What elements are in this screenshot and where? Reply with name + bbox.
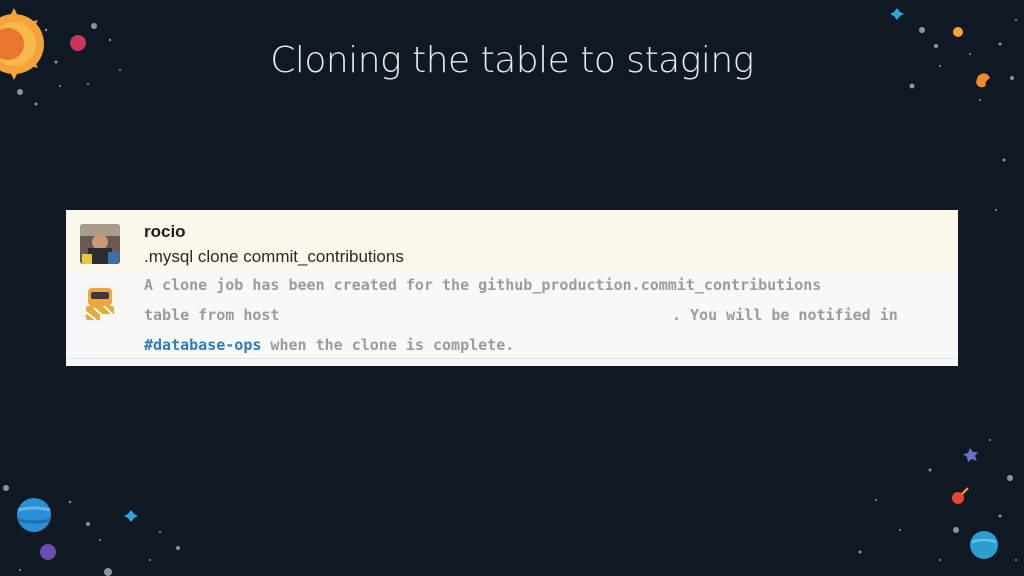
sparkle-bottom-left-icon [124, 510, 138, 522]
bot-message-line-3-rest: when the clone is complete. [261, 336, 515, 354]
slide-title: Cloning the table to staging [270, 40, 754, 81]
user-avatar-photo-icon [80, 224, 120, 264]
sparkle-icon [890, 8, 904, 20]
username[interactable]: rocio [144, 222, 186, 242]
bot-message-line-1: A clone job has been created for the git… [144, 276, 822, 294]
bot-message-line-2: table from host [144, 306, 280, 324]
star-dots-bottom-left [3, 485, 180, 576]
planet-purple-icon [40, 544, 56, 560]
bot-message-line-3: #database-ops when the clone is complete… [144, 336, 514, 354]
user-avatar[interactable] [80, 224, 120, 264]
planet-blue-icon [17, 498, 51, 532]
bot-message-line-2-tail: . You will be notified in [672, 306, 898, 324]
chat-screenshot: rocio .mysql clone commit_contributions … [66, 210, 958, 366]
user-message-text: .mysql clone commit_contributions [144, 247, 404, 266]
rocket-comet-icon [952, 487, 969, 504]
channel-link[interactable]: #database-ops [144, 336, 261, 354]
user-message: rocio .mysql clone commit_contributions [66, 210, 958, 272]
planet-teal-icon [970, 531, 998, 559]
message-divider [66, 358, 958, 359]
star-dots-bottom-right [858, 439, 1017, 561]
gear-star-icon [963, 448, 978, 462]
bot-avatar[interactable] [80, 282, 120, 322]
robot-avatar-icon [80, 282, 120, 322]
